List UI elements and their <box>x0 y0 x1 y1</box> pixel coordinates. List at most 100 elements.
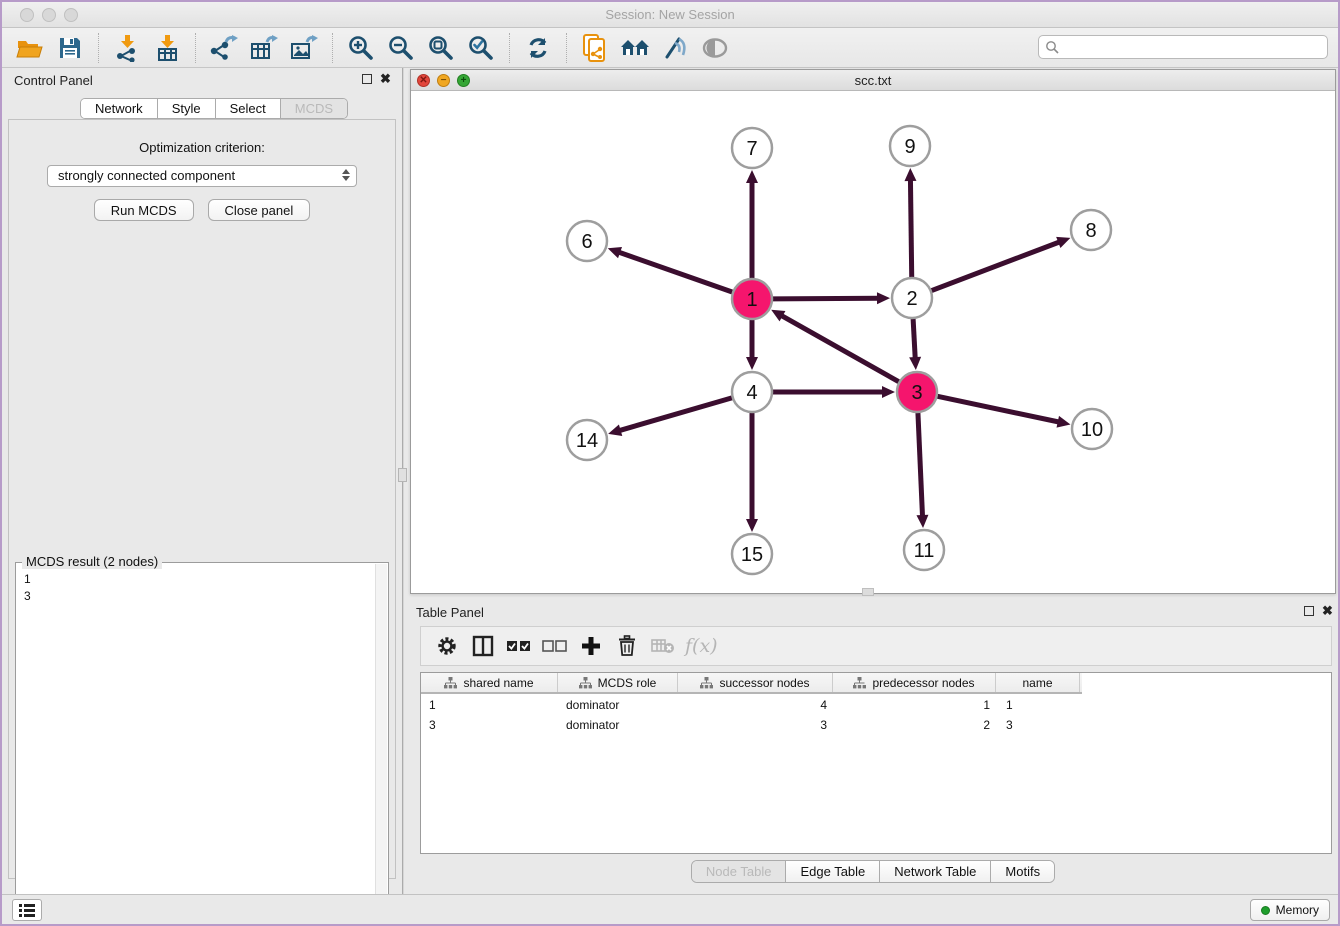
graph-edge-3-1[interactable] <box>780 315 899 382</box>
graph-node-label: 2 <box>906 288 917 310</box>
tab-network[interactable]: Network <box>81 99 158 118</box>
open-file-icon[interactable] <box>10 33 50 63</box>
graph-node-label: 6 <box>581 231 592 253</box>
criterion-value: strongly connected component <box>58 168 235 183</box>
graph-edge-arrowhead <box>746 170 758 183</box>
duplicate-network-icon[interactable] <box>575 33 615 63</box>
graph-node-label: 15 <box>741 544 763 566</box>
tab-style[interactable]: Style <box>158 99 216 118</box>
table-row[interactable]: 1 dominator 4 1 1 <box>421 698 1331 714</box>
hierarchy-icon <box>444 677 457 689</box>
graph-edge-2-8[interactable] <box>932 241 1061 290</box>
column-header-predecessor-nodes[interactable]: predecessor nodes <box>833 673 996 692</box>
window-titlebar: Session: New Session <box>2 2 1338 28</box>
graph-edge-1-2[interactable] <box>773 298 880 299</box>
search-input[interactable] <box>1038 35 1328 59</box>
tab-motifs[interactable]: Motifs <box>991 861 1054 882</box>
graphics-details-icon[interactable] <box>655 33 695 63</box>
network-view-window: ✕ − + scc.txt 1234678910111415 <box>410 69 1336 594</box>
app-window: Session: New Session <box>0 0 1340 926</box>
close-panel-icon[interactable]: ✖ <box>380 71 391 87</box>
table-tabs: Node Table Edge Table Network Table Moti… <box>691 860 1055 883</box>
list-icon <box>19 903 35 917</box>
column-header-name[interactable]: name <box>996 673 1080 692</box>
graph-node-label: 9 <box>904 136 915 158</box>
criterion-select[interactable]: strongly connected component <box>47 165 357 187</box>
export-image-icon[interactable] <box>284 33 324 63</box>
import-network-icon[interactable] <box>107 33 147 63</box>
graph-edge-arrowhead <box>877 292 890 304</box>
table-panel-title: Table Panel <box>416 605 484 620</box>
graph-edge-arrowhead <box>608 424 622 436</box>
save-session-icon[interactable] <box>50 33 90 63</box>
horizontal-splitter-handle[interactable] <box>862 588 874 596</box>
graph-node-label: 14 <box>576 430 598 452</box>
add-column-icon[interactable] <box>573 631 609 661</box>
graph-edge-2-3[interactable] <box>913 319 915 360</box>
delete-column-icon[interactable] <box>609 631 645 661</box>
cell-predecessor-nodes: 2 <box>833 718 996 734</box>
export-table-icon[interactable] <box>244 33 284 63</box>
import-table-icon[interactable] <box>147 33 187 63</box>
control-panel: Control Panel ✖ Network Style Select MCD… <box>2 68 402 894</box>
graph-edge-3-11[interactable] <box>918 413 923 518</box>
graph-node-label: 4 <box>746 382 757 404</box>
memory-button[interactable]: Memory <box>1250 899 1330 921</box>
tab-mcds[interactable]: MCDS <box>281 99 347 118</box>
table-toolbar: f(x) <box>420 626 1332 666</box>
table-panel: Table Panel ✖ f(x) <box>404 598 1340 894</box>
table-row[interactable]: 3 dominator 3 2 3 <box>421 718 1331 734</box>
column-header-successor-nodes[interactable]: successor nodes <box>678 673 833 692</box>
graph-edge-arrowhead <box>746 519 758 532</box>
graph-node-label: 3 <box>911 382 922 404</box>
column-view-icon[interactable] <box>465 631 501 661</box>
graph-node-label: 11 <box>914 540 935 562</box>
zoom-in-icon[interactable] <box>341 33 381 63</box>
hierarchy-icon <box>579 677 592 689</box>
select-all-checkboxes-icon[interactable] <box>501 631 537 661</box>
node-table[interactable]: shared name MCDS role successor nodes pr… <box>420 672 1332 854</box>
export-network-icon[interactable] <box>204 33 244 63</box>
function-builder-icon[interactable]: f(x) <box>685 635 718 657</box>
graph-edge-3-10[interactable] <box>938 396 1061 422</box>
result-line: 3 <box>24 588 376 605</box>
graph-edge-arrowhead <box>916 515 928 528</box>
graph-edge-1-6[interactable] <box>617 252 732 292</box>
control-panel-tabs: Network Style Select MCDS <box>80 98 348 119</box>
cell-name: 3 <box>996 718 1080 734</box>
graph-node-label: 1 <box>746 289 757 311</box>
network-overview-icon[interactable] <box>615 33 655 63</box>
run-mcds-button[interactable]: Run MCDS <box>94 199 194 221</box>
delete-table-icon[interactable] <box>645 631 681 661</box>
mcds-result-text[interactable]: 1 3 <box>16 565 376 926</box>
cell-predecessor-nodes: 1 <box>833 698 996 714</box>
close-panel-button[interactable]: Close panel <box>208 199 311 221</box>
zoom-out-icon[interactable] <box>381 33 421 63</box>
gear-icon[interactable] <box>429 631 465 661</box>
column-header-shared-name[interactable]: shared name <box>421 673 558 692</box>
vertical-splitter-handle[interactable] <box>398 468 407 482</box>
graph-edge-arrowhead <box>746 357 758 370</box>
graph-edge-4-14[interactable] <box>618 398 732 431</box>
task-history-button[interactable] <box>12 899 42 921</box>
zoom-fit-icon[interactable] <box>421 33 461 63</box>
float-panel-icon[interactable] <box>362 74 372 84</box>
tab-select[interactable]: Select <box>216 99 281 118</box>
network-canvas[interactable]: 1234678910111415 <box>411 91 1335 593</box>
graph-node-label: 8 <box>1085 220 1096 242</box>
table-close-icon[interactable]: ✖ <box>1322 603 1333 619</box>
graph-edge-2-9[interactable] <box>910 178 911 277</box>
table-header-row: shared name MCDS role successor nodes pr… <box>421 673 1082 694</box>
tab-node-table[interactable]: Node Table <box>692 861 787 882</box>
eye-icon[interactable] <box>695 33 735 63</box>
refresh-layout-icon[interactable] <box>518 33 558 63</box>
zoom-selected-icon[interactable] <box>461 33 501 63</box>
deselect-checkboxes-icon[interactable] <box>537 631 573 661</box>
result-line: 1 <box>24 571 376 588</box>
tab-network-table[interactable]: Network Table <box>880 861 991 882</box>
tab-edge-table[interactable]: Edge Table <box>786 861 880 882</box>
table-float-icon[interactable] <box>1304 606 1314 616</box>
network-window-titlebar[interactable]: ✕ − + scc.txt <box>411 70 1335 91</box>
column-header-mcds-role[interactable]: MCDS role <box>558 673 678 692</box>
result-scrollbar[interactable] <box>375 564 387 926</box>
